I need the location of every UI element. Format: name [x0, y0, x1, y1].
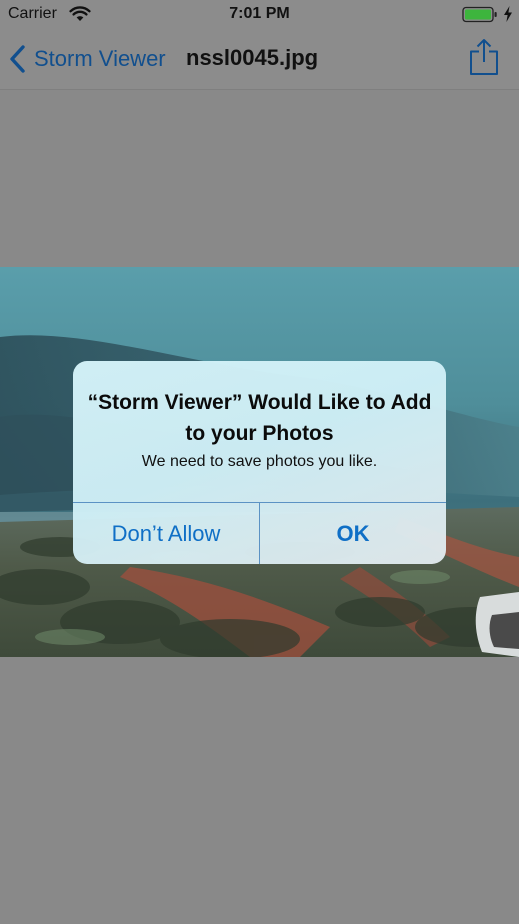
status-bar: Carrier 7:01 PM	[0, 0, 519, 28]
navigation-bar: Storm Viewer nssl0045.jpg	[0, 28, 519, 90]
photos-permission-alert: “Storm Viewer” Would Like to Add to your…	[73, 361, 446, 564]
status-time: 7:01 PM	[229, 5, 290, 22]
share-icon[interactable]	[467, 38, 501, 78]
alert-message: We need to save photos you like.	[141, 453, 378, 470]
nav-title: nssl0045.jpg	[186, 45, 319, 70]
back-button-label: Storm Viewer	[34, 46, 166, 71]
charging-bolt-icon	[504, 6, 512, 22]
ok-button[interactable]: OK	[260, 503, 446, 564]
alert-title: “Storm Viewer” Would Like to Add to your…	[87, 391, 432, 445]
back-button[interactable]: Storm Viewer	[8, 42, 166, 76]
dont-allow-button[interactable]: Don’t Allow	[73, 503, 259, 564]
chevron-left-icon	[10, 45, 25, 73]
battery-icon	[462, 6, 497, 23]
